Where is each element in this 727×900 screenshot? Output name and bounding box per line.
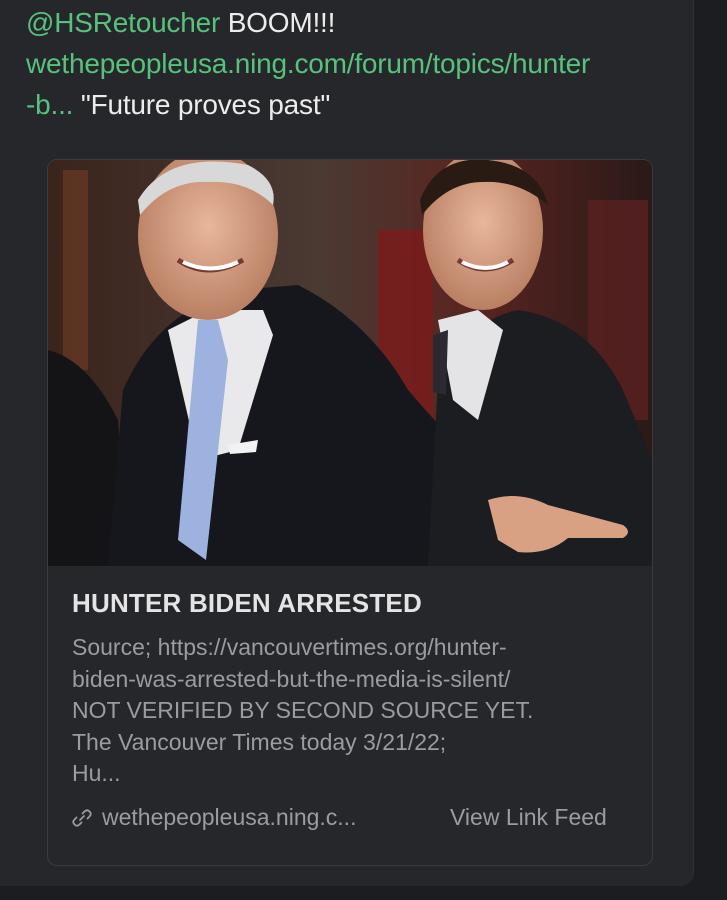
link-preview-title[interactable]: HUNTER BIDEN ARRESTED	[72, 588, 422, 619]
post-line-2: wethepeopleusa.ning.com/forum/topics/hun…	[26, 43, 676, 84]
post-text-after-mention: BOOM!!!	[220, 7, 336, 38]
link-preview-card[interactable]: HUNTER BIDEN ARRESTED Source; https://va…	[47, 159, 653, 866]
preview-photo	[48, 160, 652, 566]
feed-page: @HSRetoucher BOOM!!! wethepeopleusa.ning…	[0, 0, 727, 900]
post-line-1: @HSRetoucher BOOM!!!	[26, 2, 676, 43]
post-line-3: -b... "Future proves past"	[26, 84, 676, 125]
view-link-feed-button[interactable]: View Link Feed	[450, 804, 607, 831]
post-url-link[interactable]: wethepeopleusa.ning.com/forum/topics/hun…	[26, 48, 590, 79]
link-domain-button[interactable]: wethepeopleusa.ning.c...	[70, 804, 356, 831]
post: @HSRetoucher BOOM!!! wethepeopleusa.ning…	[0, 0, 693, 886]
link-domain-text: wethepeopleusa.ning.c...	[102, 804, 357, 830]
link-preview-footer: wethepeopleusa.ning.c... View Link Feed	[70, 804, 630, 838]
post-url-link-continued[interactable]: -b...	[26, 89, 73, 120]
post-quote-text: "Future proves past"	[73, 89, 331, 120]
link-preview-image[interactable]	[48, 160, 652, 566]
user-mention-link[interactable]: @HSRetoucher	[26, 7, 220, 38]
post-body: @HSRetoucher BOOM!!! wethepeopleusa.ning…	[26, 2, 676, 125]
link-icon	[72, 808, 92, 827]
link-preview-description: Source; https://vancouvertimes.org/hunte…	[72, 634, 534, 786]
